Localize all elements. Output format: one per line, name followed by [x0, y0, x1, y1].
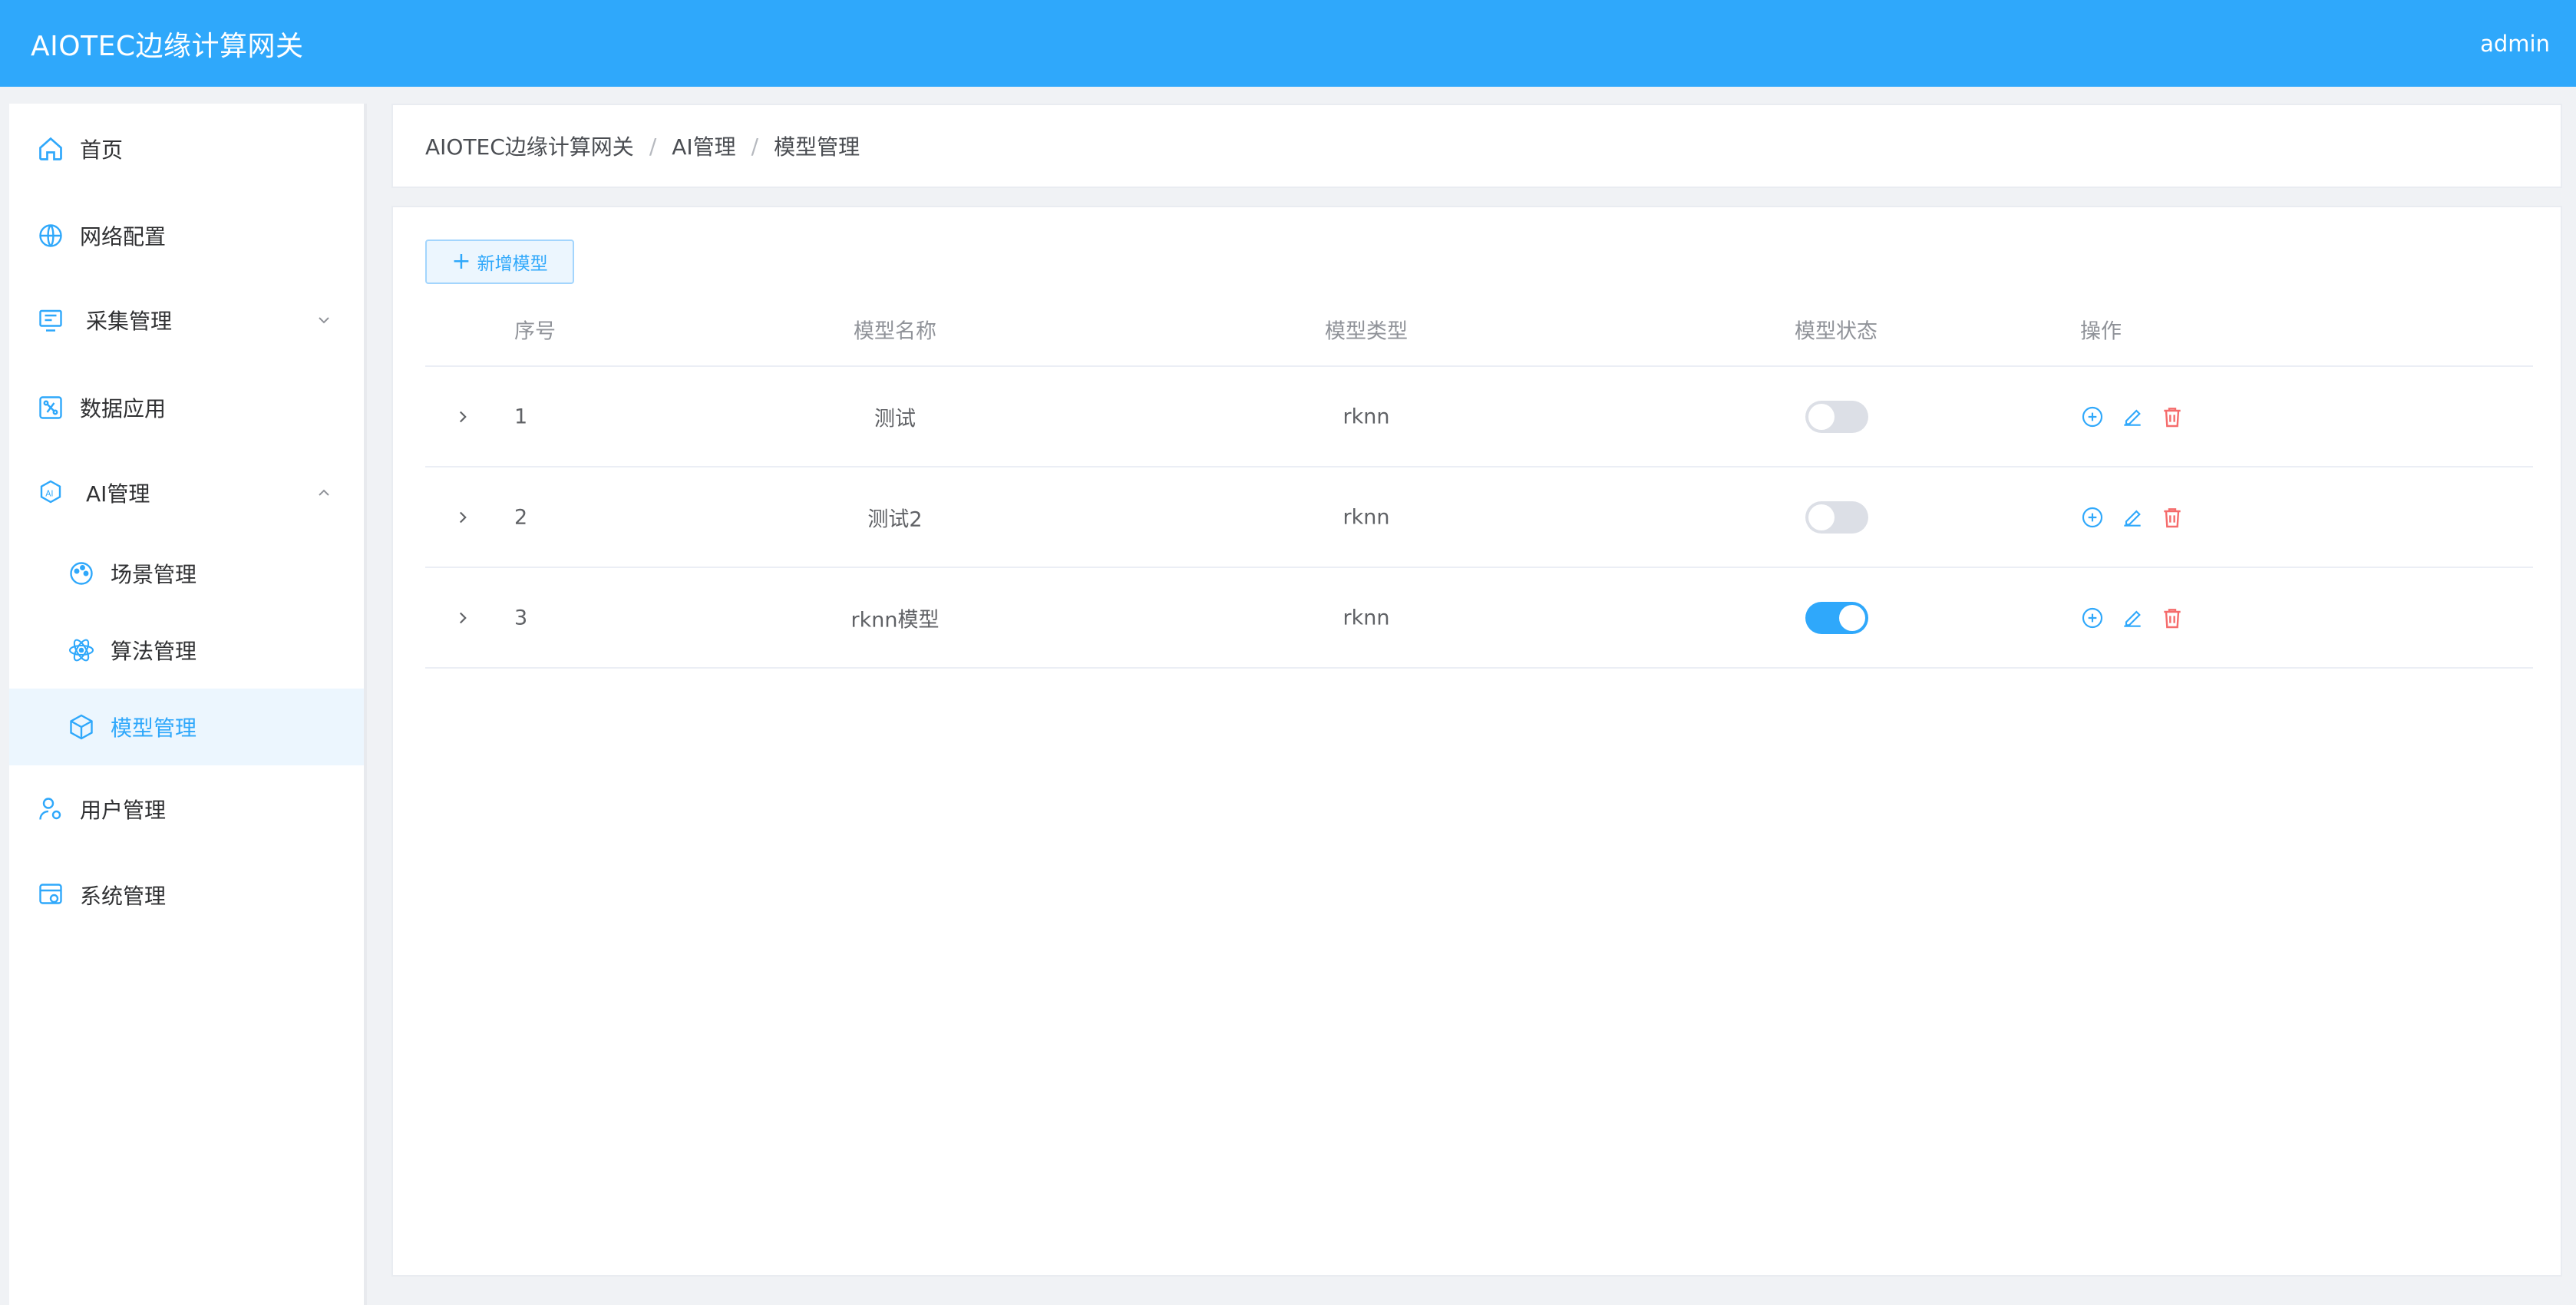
delete-icon[interactable]: [2160, 505, 2185, 530]
column-header-name: 模型名称: [854, 319, 936, 344]
cell-name: rknn模型: [850, 608, 940, 632]
column-header-type: 模型类型: [1325, 319, 1408, 344]
cell-type: rknn: [1342, 505, 1390, 529]
toggle-knob: [1839, 604, 1865, 631]
sidebar-item-label: 场景管理: [111, 562, 197, 587]
breadcrumb-item-ai[interactable]: AI管理: [672, 130, 735, 161]
cell-type: rknn: [1342, 606, 1390, 629]
app-title: AIOTEC边缘计算网关: [31, 30, 304, 62]
chevron-up-icon: [319, 489, 329, 496]
row-actions: [2080, 405, 2185, 429]
breadcrumb-separator: /: [649, 133, 657, 159]
sidebar-item-label: 模型管理: [111, 715, 197, 741]
atom-icon: [68, 639, 94, 662]
breadcrumb-separator: /: [751, 133, 759, 159]
top-bar: AIOTEC边缘计算网关 admin: [0, 0, 2576, 87]
add-model-button[interactable]: + 新增模型: [425, 240, 574, 284]
monitor-icon: [39, 309, 62, 332]
table-row: 1 测试 rknn: [425, 367, 2533, 467]
sidebar-item-collection[interactable]: 采集管理: [9, 282, 364, 358]
add-model-label: 新增模型: [477, 254, 548, 274]
cell-no: 1: [514, 405, 528, 428]
cell-name: 测试2: [867, 507, 923, 531]
breadcrumb-item-home[interactable]: AIOTEC边缘计算网关: [425, 130, 634, 161]
sidebar-item-system[interactable]: 系统管理: [9, 857, 364, 933]
sidebar-item-data-app[interactable]: 数据应用: [9, 369, 364, 446]
expand-row-icon[interactable]: [453, 507, 473, 527]
cell-no: 3: [514, 606, 528, 629]
sidebar-item-model[interactable]: 模型管理: [9, 689, 364, 765]
data-app-icon: [39, 396, 62, 419]
add-circle-icon[interactable]: [2080, 405, 2105, 429]
row-actions: [2080, 606, 2185, 630]
cell-name: 测试: [874, 407, 916, 431]
main-content: + 新增模型 序号 模型名称 模型类型 模型状态 操作 1 测试 rknn 2 …: [391, 206, 2562, 1277]
svg-text:AI: AI: [45, 490, 53, 499]
sidebar-item-label: 用户管理: [80, 798, 167, 823]
edit-icon[interactable]: [2120, 405, 2145, 429]
model-table: 序号 模型名称 模型类型 模型状态 操作 1 测试 rknn 2 测试2 rkn…: [425, 293, 2533, 669]
sidebar-item-scene[interactable]: 场景管理: [9, 535, 364, 612]
expand-row-icon[interactable]: [453, 608, 473, 628]
user-gear-icon: [39, 798, 61, 820]
sidebar-item-label: 网络配置: [80, 224, 167, 249]
table-header: 序号 模型名称 模型类型 模型状态 操作: [425, 293, 2533, 367]
chevron-down-icon: [319, 317, 329, 324]
column-header-no: 序号: [514, 319, 556, 344]
sidebar-item-label: 算法管理: [111, 639, 197, 664]
sidebar-item-user[interactable]: 用户管理: [9, 771, 364, 847]
sidebar-item-label: 数据应用: [80, 396, 167, 421]
breadcrumb-item-current: 模型管理: [774, 134, 860, 160]
status-toggle[interactable]: [1805, 501, 1868, 534]
sidebar-menu: 首页 网络配置 采集管理 数据应用 AI AI管理 场景管理 算法管理 模型管理…: [9, 104, 367, 1305]
sidebar-item-network[interactable]: 网络配置: [9, 197, 364, 274]
toggle-knob: [1808, 403, 1835, 430]
system-settings-icon: [39, 884, 62, 904]
cube-icon: [70, 714, 93, 740]
table-row: 2 测试2 rknn: [425, 467, 2533, 568]
toggle-knob: [1808, 504, 1835, 530]
user-menu[interactable]: admin: [2480, 31, 2550, 57]
sidebar-item-label: AI管理: [86, 481, 150, 507]
delete-icon[interactable]: [2160, 405, 2185, 429]
status-toggle[interactable]: [1805, 400, 1868, 433]
add-circle-icon[interactable]: [2080, 505, 2105, 530]
table-row: 3 rknn模型 rknn: [425, 568, 2533, 669]
column-header-status: 模型状态: [1795, 319, 1878, 344]
palette-icon: [70, 562, 93, 585]
ai-icon: AI: [40, 480, 61, 504]
delete-icon[interactable]: [2160, 606, 2185, 630]
sidebar-item-ai[interactable]: AI AI管理: [9, 454, 364, 531]
cell-type: rknn: [1342, 405, 1390, 428]
plus-icon: +: [451, 248, 471, 275]
edit-icon[interactable]: [2120, 505, 2145, 530]
status-toggle[interactable]: [1805, 601, 1868, 634]
sidebar-item-label: 采集管理: [86, 309, 173, 334]
expand-row-icon[interactable]: [453, 407, 473, 427]
row-actions: [2080, 505, 2185, 530]
breadcrumb: AIOTEC边缘计算网关 / AI管理 / 模型管理: [391, 104, 2562, 188]
column-header-ops: 操作: [2080, 319, 2122, 344]
sidebar-item-home[interactable]: 首页: [9, 111, 364, 187]
sidebar-item-label: 系统管理: [80, 884, 167, 909]
edit-icon[interactable]: [2120, 606, 2145, 630]
sidebar-item-algorithm[interactable]: 算法管理: [9, 612, 364, 689]
globe-icon: [39, 224, 62, 247]
cell-no: 2: [514, 505, 528, 529]
sidebar-item-label: 首页: [80, 137, 124, 163]
add-circle-icon[interactable]: [2080, 606, 2105, 630]
home-icon: [39, 137, 62, 160]
